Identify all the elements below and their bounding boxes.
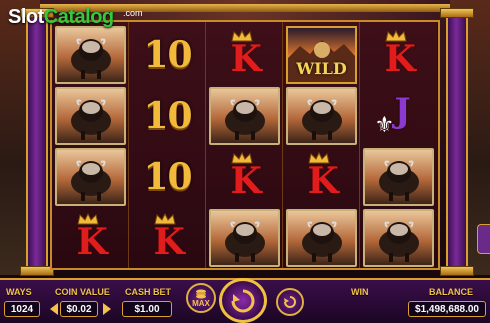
bison-symbol [363,148,434,206]
ten-label: 10 [143,95,192,137]
king-letter: K [384,38,416,80]
pillar-base [440,266,474,276]
coin-value-decrease-button[interactable] [50,303,58,315]
cash-bet-field: $1.00 [122,301,172,317]
cash-bet-label: CASH BET [125,287,172,297]
logo-brand-white: Slot [8,6,44,28]
king-symbol: K [286,148,357,206]
fleur-de-lis-icon: ⚜ [374,113,395,138]
pillar-left [26,10,48,275]
ten-label: 10 [143,34,192,76]
autoplay-icon [284,296,296,308]
max-label: MAX [192,298,210,308]
jack-symbol: ⚜ J [363,87,434,145]
wild-label: WILD [296,59,347,78]
max-bet-button[interactable]: MAX [186,283,216,313]
reel-3: K K [206,22,283,268]
king-letter: K [230,160,262,202]
king-letter: K [307,160,339,202]
bison-symbol [55,87,126,145]
pillar-cap [440,8,474,18]
king-symbol: K [209,26,280,84]
coin-value-field: $0.02 [60,301,98,317]
ways-value: 1024 [4,301,40,317]
balance-value: $1,498,688.00 [408,301,486,317]
autoplay-button[interactable] [276,288,304,316]
reel-1: K [52,22,129,268]
king-symbol: K [363,26,434,84]
king-letter: K [76,221,108,263]
pillar-right [446,10,468,275]
ten-symbol: 10 [132,26,203,84]
king-symbol: K [132,209,203,267]
bison-symbol [55,26,126,84]
slot-game-screen: K 10 10 10 K K K WILD K K ⚜ J SlotCatalo… [0,0,490,323]
balance-label: BALANCE [429,287,473,297]
side-menu-tab[interactable] [477,224,490,254]
king-letter: K [230,38,262,80]
spin-button[interactable] [219,278,267,323]
logo-brand-green: Catalog [43,6,114,28]
king-symbol: K [55,209,126,267]
coin-value-label: COIN VALUE [55,287,110,297]
win-label: WIN [351,287,369,297]
coin-value-increase-button[interactable] [103,303,111,315]
logo-suffix: .com [123,8,143,18]
spin-arrow-icon [231,289,255,312]
reels-grid: K 10 10 10 K K K WILD K K ⚜ J [50,20,440,270]
ten-label: 10 [143,156,192,198]
king-letter: K [153,221,185,263]
ways-label: WAYS [6,287,32,297]
win-value [330,301,394,317]
bison-symbol [286,209,357,267]
ten-symbol: 10 [132,148,203,206]
reel-4: WILD K [283,22,360,268]
slotcatalog-logo: SlotCatalog [8,6,114,29]
bison-symbol [55,148,126,206]
coin-stack-icon [196,289,206,298]
bison-symbol [209,87,280,145]
bison-symbol [286,87,357,145]
ten-symbol: 10 [132,87,203,145]
bison-symbol [209,209,280,267]
reel-5: K ⚜ J [360,22,437,268]
jack-letter: J [394,91,411,131]
reel-2: 10 10 10 K [129,22,206,268]
king-symbol: K [209,148,280,206]
wild-symbol: WILD [286,26,357,84]
pillar-base [20,266,54,276]
bison-symbol [363,209,434,267]
